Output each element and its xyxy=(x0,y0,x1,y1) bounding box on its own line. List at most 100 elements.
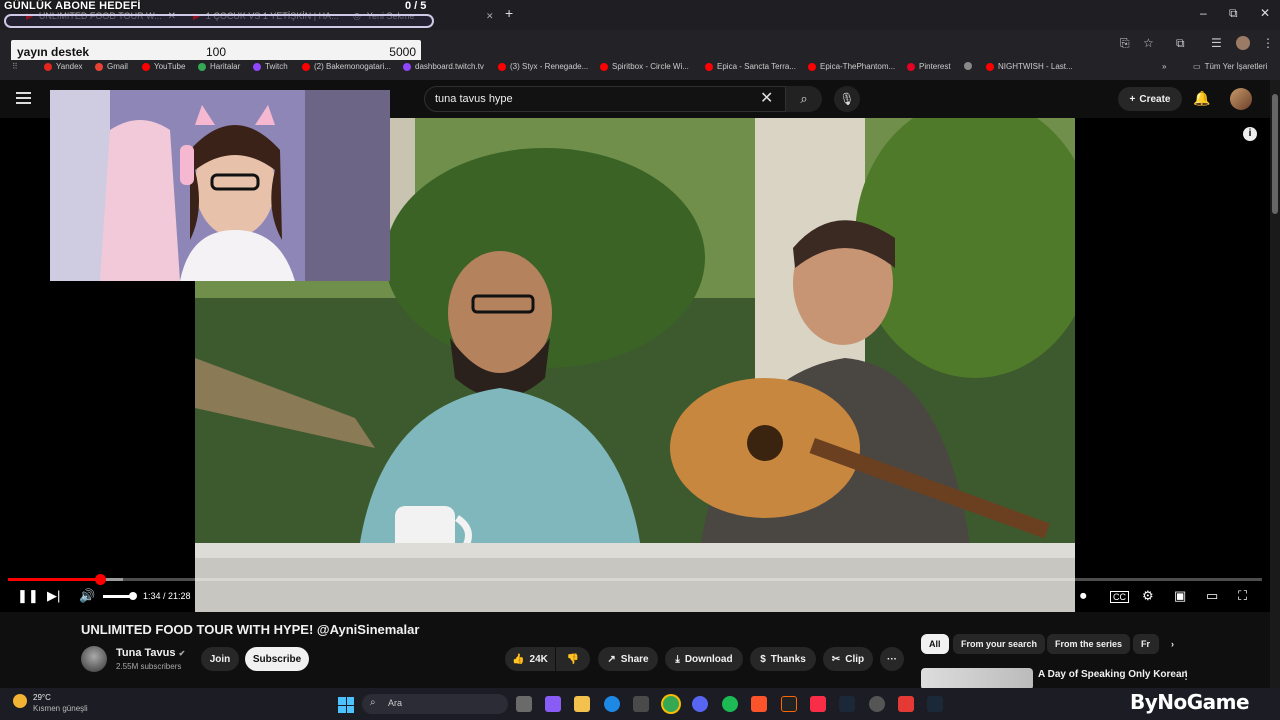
bookmark-item[interactable]: (3) Styx - Renegade... xyxy=(498,62,588,71)
microphone-icon[interactable]: 🎙 xyxy=(834,86,860,112)
volume-handle[interactable] xyxy=(129,592,137,600)
weather-temperature[interactable]: 29°C xyxy=(33,693,51,702)
all-bookmarks-folder[interactable]: ▭ Tüm Yer İşaretleri xyxy=(1193,62,1267,71)
bookmark-item[interactable] xyxy=(964,62,972,70)
autoplay-toggle[interactable]: ⏺ xyxy=(1080,588,1087,604)
windows-start-icon[interactable] xyxy=(338,697,354,713)
extensions-icon[interactable]: ⧉ xyxy=(1176,36,1185,51)
hamburger-menu-icon[interactable] xyxy=(16,92,31,104)
miniplayer-icon[interactable]: ▣ xyxy=(1174,588,1186,604)
pause-icon[interactable]: ❚❚ xyxy=(17,588,39,604)
menu-kebab-icon[interactable]: ⋮ xyxy=(1262,36,1274,50)
bookmark-item[interactable]: Epica-ThePhantom... xyxy=(808,62,895,71)
close-window-button[interactable]: ✕ xyxy=(1260,6,1270,20)
bookmark-item[interactable]: dashboard.twitch.tv xyxy=(403,62,484,71)
task-view-icon[interactable] xyxy=(516,696,532,712)
thanks-button[interactable]: $ Thanks xyxy=(750,647,816,671)
thanks-label: Thanks xyxy=(770,653,806,665)
volume-slider[interactable] xyxy=(103,592,137,600)
progress-bar[interactable] xyxy=(8,574,1262,585)
scrollbar-thumb[interactable] xyxy=(1272,94,1278,214)
chevron-right-icon[interactable]: › xyxy=(1163,634,1182,654)
spotify-icon[interactable] xyxy=(722,696,738,712)
new-tab-button[interactable]: + xyxy=(505,5,513,21)
download-button[interactable]: ⤓ Download xyxy=(665,647,743,671)
search-icon: ⌕ xyxy=(370,697,376,708)
chip-from-the-series[interactable]: From the series xyxy=(1047,634,1131,654)
recommended-more-icon[interactable]: ⋮ xyxy=(1180,668,1192,682)
bookmark-item[interactable]: YouTube xyxy=(142,62,185,71)
scrubber-handle[interactable] xyxy=(94,574,106,585)
channel-avatar[interactable] xyxy=(81,646,107,672)
page-scrollbar[interactable] xyxy=(1270,80,1280,690)
dislike-button[interactable]: 👎 xyxy=(556,647,590,671)
app-red-icon[interactable] xyxy=(898,696,914,712)
bookmark-item[interactable]: Spiritbox - Circle Wi... xyxy=(600,62,689,71)
file-explorer-icon[interactable] xyxy=(574,696,590,712)
clip-button[interactable]: ✂ Clip xyxy=(823,647,873,671)
more-bookmarks-icon[interactable]: » xyxy=(1162,62,1166,71)
apps-grid-icon[interactable]: ⠿ xyxy=(12,62,18,71)
recommended-video-thumbnail[interactable] xyxy=(921,668,1033,690)
subscribe-button[interactable]: Subscribe xyxy=(245,647,309,671)
more-actions-button[interactable]: ··· xyxy=(880,647,904,671)
steam-icon[interactable] xyxy=(839,696,855,712)
obs-icon[interactable] xyxy=(781,696,797,712)
search-input[interactable]: tuna tavus hype xyxy=(424,86,786,112)
bookmark-star-icon[interactable]: ☆ xyxy=(1143,36,1154,50)
youtube-icon xyxy=(600,62,608,71)
captions-icon[interactable]: CC xyxy=(1110,591,1129,603)
bookmark-item[interactable]: Haritalar xyxy=(198,62,240,71)
store-icon[interactable] xyxy=(633,696,649,712)
copilot-icon[interactable] xyxy=(545,696,561,712)
recommended-video-title[interactable]: A Day of Speaking Only Korean xyxy=(1038,669,1188,680)
profile-avatar-icon[interactable] xyxy=(1236,36,1250,50)
chrome-icon[interactable] xyxy=(663,696,679,712)
bookmark-item[interactable]: NIGHTWISH - Last... xyxy=(986,62,1073,71)
edge-icon[interactable] xyxy=(604,696,620,712)
video-info-icon[interactable]: i xyxy=(1243,127,1257,141)
taskbar-search-input[interactable]: ⌕ Ara xyxy=(362,694,508,714)
next-video-icon[interactable]: ▶| xyxy=(47,588,60,604)
like-button[interactable]: 👍 24K xyxy=(505,647,555,671)
bookmark-item[interactable]: Gmail xyxy=(95,62,128,71)
weather-description[interactable]: Kısmen güneşli xyxy=(33,704,88,713)
obs-studio-icon[interactable] xyxy=(869,696,885,712)
volume-icon[interactable]: 🔊 xyxy=(79,588,95,604)
bookmark-label: Twitch xyxy=(265,62,288,71)
notifications-bell-icon[interactable]: 🔔 xyxy=(1193,90,1210,107)
bookmark-item[interactable]: Yandex xyxy=(44,62,83,71)
bookmark-item[interactable]: Epica - Sancta Terra... xyxy=(705,62,796,71)
maximize-button[interactable]: ⧉ xyxy=(1229,6,1238,21)
bookmark-item[interactable]: Twitch xyxy=(253,62,288,71)
theater-mode-icon[interactable]: ▭ xyxy=(1206,588,1218,604)
bookmark-item[interactable]: Pinterest xyxy=(907,62,951,71)
media-control-icon[interactable]: ☰ xyxy=(1211,36,1222,50)
minimize-button[interactable]: – xyxy=(1200,6,1207,20)
create-button[interactable]: + Create xyxy=(1118,87,1182,111)
close-tab-icon[interactable]: ✕ xyxy=(478,5,498,27)
discord-icon[interactable] xyxy=(692,696,708,712)
fullscreen-icon[interactable]: ⛶ xyxy=(1238,588,1247,604)
join-button[interactable]: Join xyxy=(201,647,239,671)
steam-alt-icon[interactable] xyxy=(927,696,943,712)
weather-sun-icon[interactable] xyxy=(13,694,27,708)
music-icon[interactable] xyxy=(810,696,826,712)
install-app-icon[interactable]: ⎘ xyxy=(1120,36,1130,51)
clear-search-icon[interactable]: ✕ xyxy=(760,88,773,108)
channel-name-text: Tuna Tavus xyxy=(116,647,176,659)
account-avatar[interactable] xyxy=(1230,88,1252,110)
bynogame-logo: ByNoGame xyxy=(1130,690,1250,714)
globe-icon xyxy=(964,62,972,70)
channel-name[interactable]: Tuna Tavus ✔ xyxy=(116,647,185,659)
chip-from-your-search[interactable]: From your search xyxy=(953,634,1046,654)
chip-all[interactable]: All xyxy=(921,634,949,654)
share-label: Share xyxy=(620,653,649,665)
chip-truncated[interactable]: Fr xyxy=(1133,634,1159,654)
bookmark-item[interactable]: (2) Bakemonogatari... xyxy=(302,62,391,71)
share-button[interactable]: ↗ Share xyxy=(598,647,658,671)
search-icon[interactable]: ⌕ xyxy=(786,86,822,112)
scissors-icon: ✂ xyxy=(831,653,841,665)
settings-gear-icon[interactable]: ⚙ xyxy=(1142,588,1154,604)
brave-icon[interactable] xyxy=(751,696,767,712)
